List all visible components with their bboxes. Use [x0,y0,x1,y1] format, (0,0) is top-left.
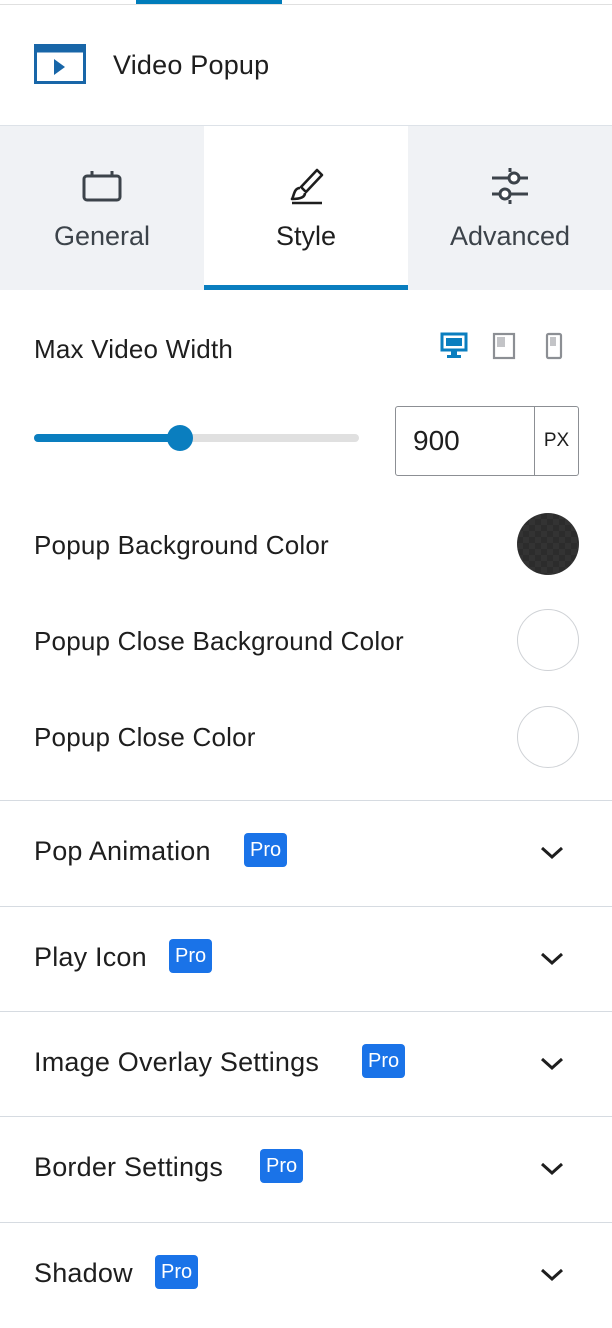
popup-background-color-swatch[interactable] [517,513,579,575]
chevron-down-icon [540,1162,564,1176]
general-icon [82,171,122,202]
max-video-width-label: Max Video Width [34,334,234,364]
block-title: Video Popup [113,50,270,80]
pro-badge: Pro [155,1255,199,1289]
tab-style[interactable]: Style [204,126,408,290]
panel-pop-animation[interactable]: Pop Animation Pro [0,800,612,906]
chevron-down-icon [540,846,564,860]
tab-advanced-label: Advanced [449,221,571,251]
panel-title: Shadow [34,1258,133,1288]
video-player-icon [34,44,86,84]
mobile-icon[interactable] [540,331,568,361]
panel-title: Play Icon [34,942,147,972]
tab-advanced[interactable]: Advanced [408,126,612,290]
pro-badge: Pro [244,833,288,867]
popup-close-background-color-label: Popup Close Background Color [34,626,404,656]
unit-selector[interactable]: PX [534,406,579,476]
max-width-slider[interactable] [34,425,359,451]
panel-border-settings[interactable]: Border Settings Pro [0,1116,612,1222]
popup-close-color-label: Popup Close Color [34,722,256,752]
panel-title: Pop Animation [34,836,211,866]
panel-shadow[interactable]: Shadow Pro [0,1222,612,1328]
slider-fill [34,434,180,442]
sliders-icon [492,168,528,204]
tab-general-label: General [53,221,151,251]
chevron-down-icon [540,952,564,966]
pro-badge: Pro [362,1044,406,1078]
pro-badge: Pro [260,1149,304,1183]
tab-style-label: Style [275,221,337,251]
panel-play-icon[interactable]: Play Icon Pro [0,906,612,1012]
chevron-down-icon [540,1268,564,1282]
popup-background-color-label: Popup Background Color [34,530,329,560]
desktop-icon[interactable] [440,331,468,361]
max-width-input[interactable] [395,406,535,476]
brush-icon [290,168,324,205]
device-switcher [440,331,568,361]
panel-title: Image Overlay Settings [34,1047,320,1077]
panel-image-overlay-settings[interactable]: Image Overlay Settings Pro [0,1011,612,1117]
block-header: Video Popup [0,5,612,125]
pro-badge: Pro [169,939,213,973]
popup-close-color-swatch[interactable] [517,706,579,768]
tab-bar: General Style Advanced [0,125,612,290]
chevron-down-icon [540,1057,564,1071]
tab-general[interactable]: General [0,126,204,290]
panel-title: Border Settings [34,1152,224,1182]
slider-thumb[interactable] [167,425,193,451]
tablet-icon[interactable] [490,331,518,361]
popup-close-background-color-swatch[interactable] [517,609,579,671]
